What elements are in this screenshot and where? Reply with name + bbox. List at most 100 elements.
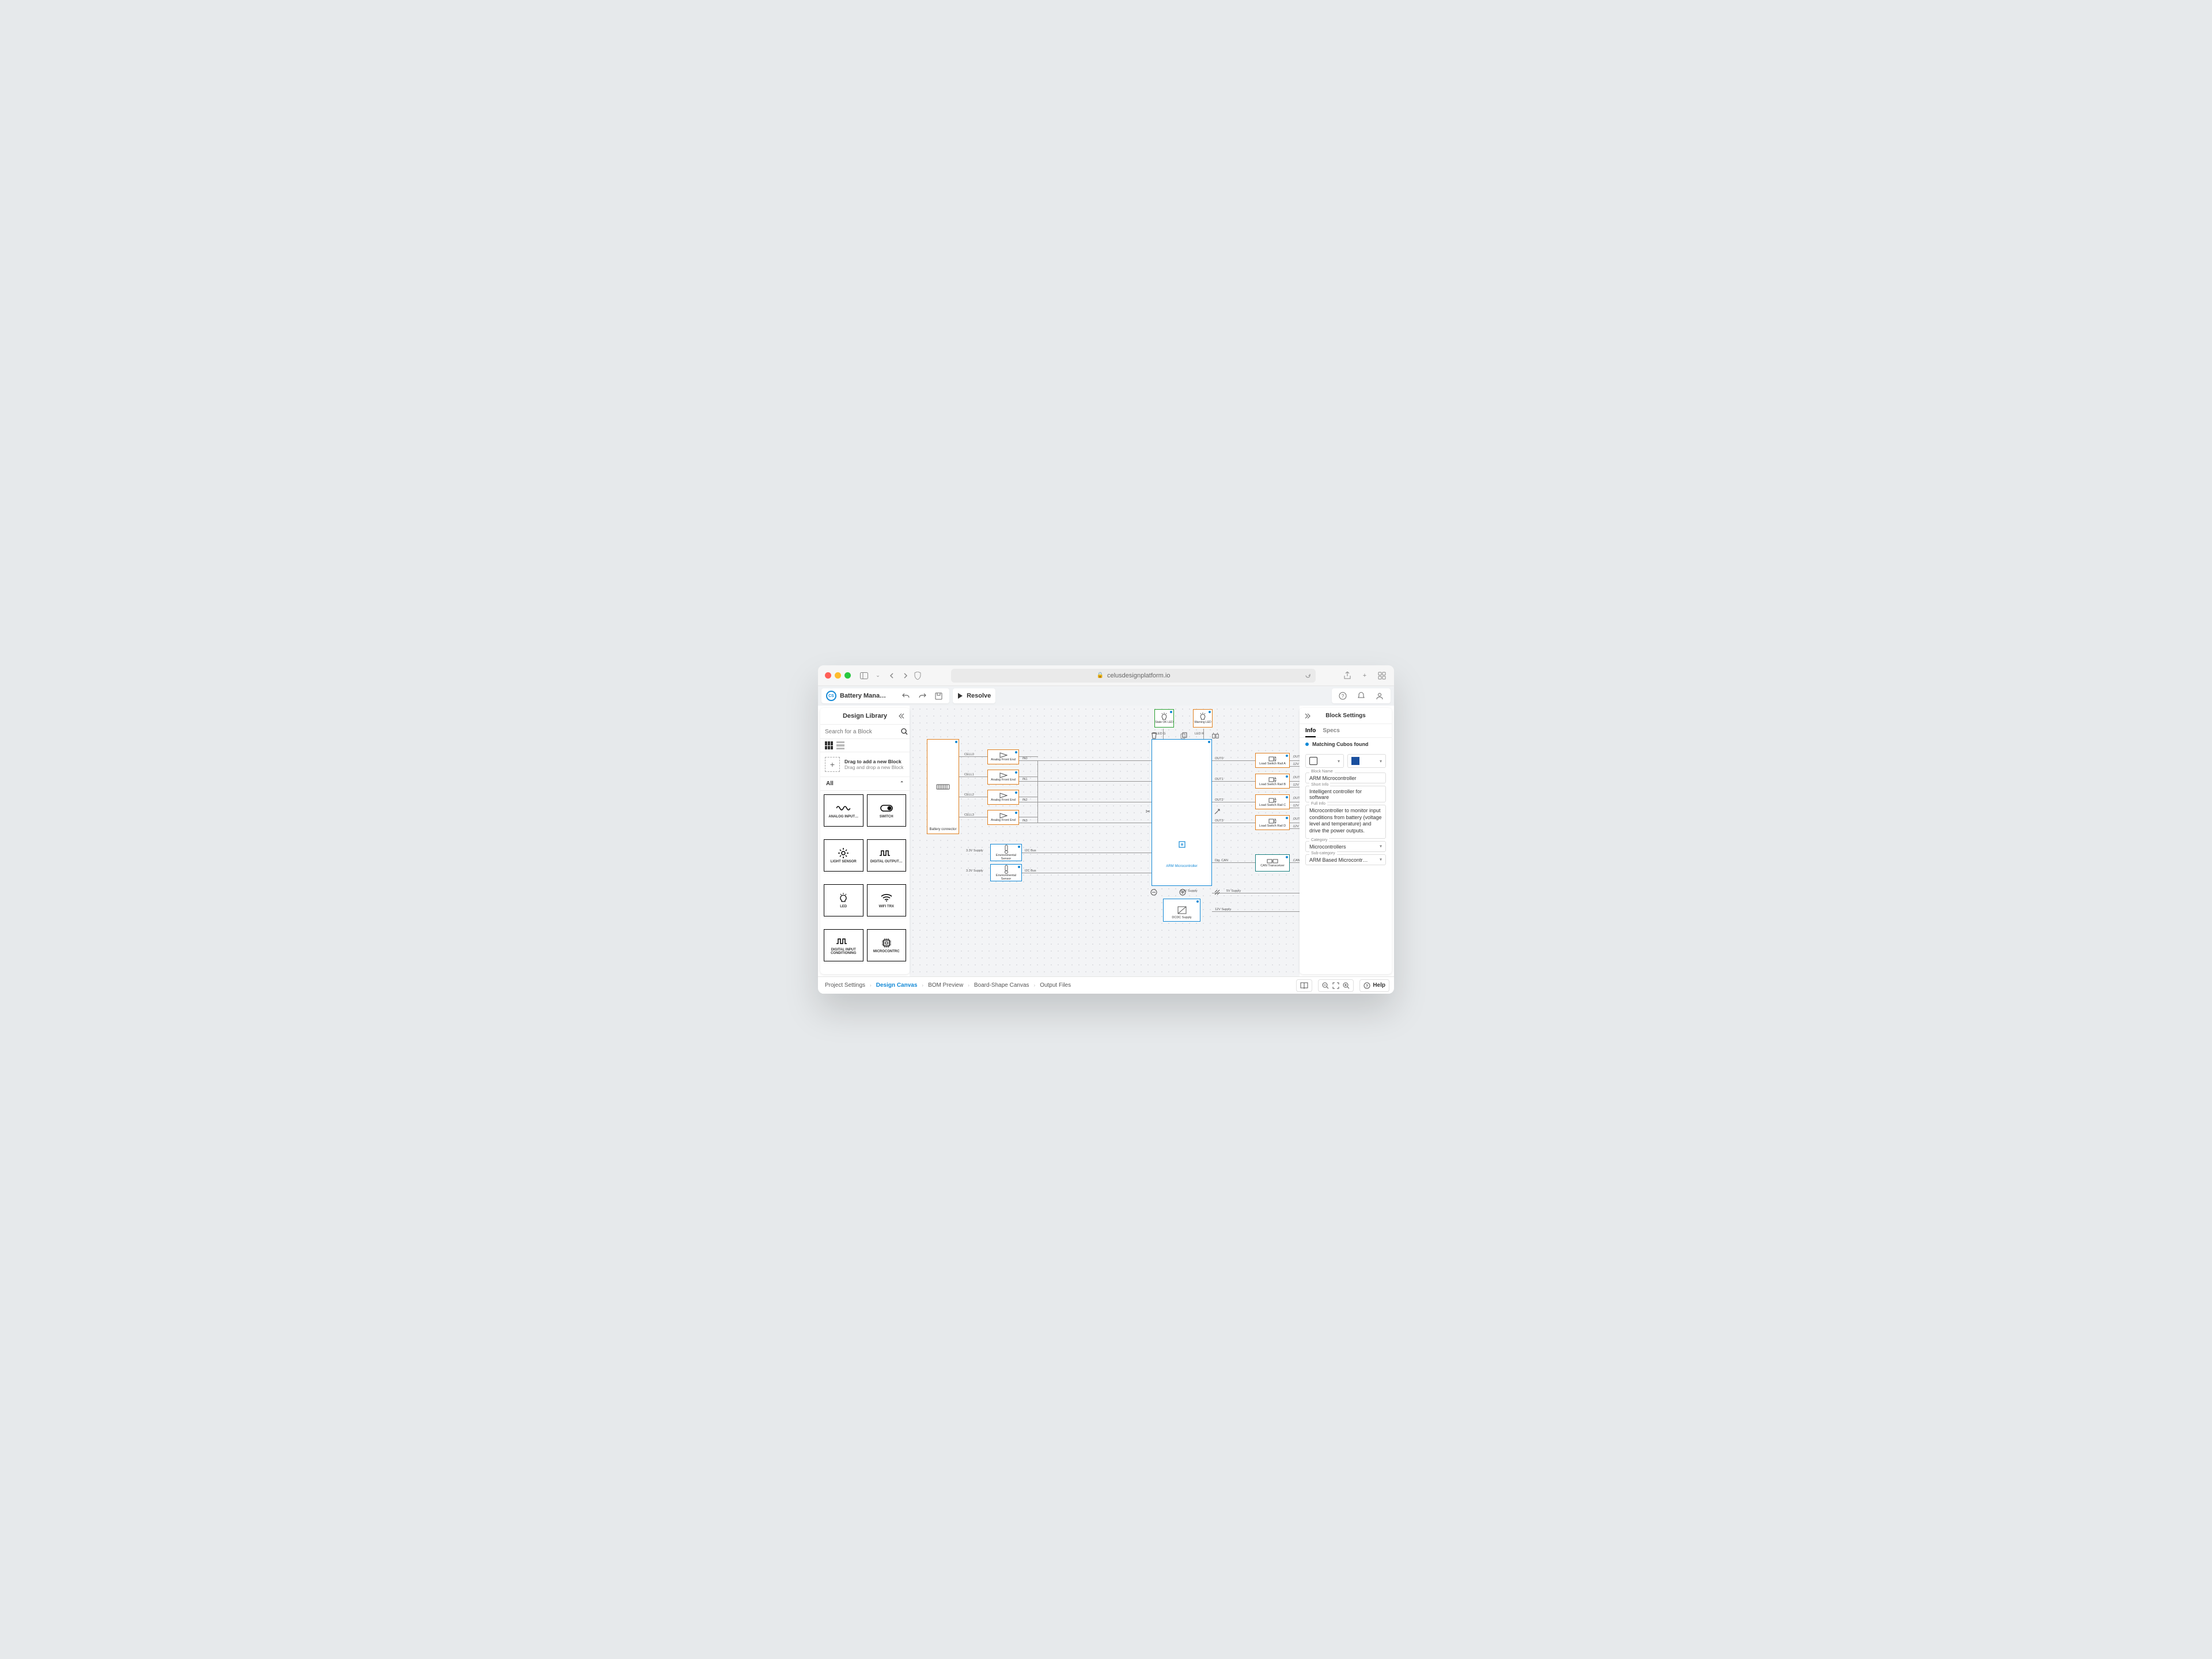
block-tile-digital-output[interactable]: DIGITAL OUTPUT…: [867, 839, 907, 872]
tab-info[interactable]: Info: [1305, 728, 1316, 737]
resolve-button[interactable]: Resolve: [953, 688, 995, 703]
node-analog-front-end-3[interactable]: Analog Front End: [987, 810, 1019, 825]
led-bulb-icon: [839, 892, 847, 904]
block-name-field[interactable]: Block Name ARM Microcontroller: [1305, 772, 1386, 783]
block-color-dropdown[interactable]: ▾: [1347, 754, 1386, 768]
new-tab-icon[interactable]: +: [1359, 671, 1370, 681]
browser-window: ⌄ 🔒 celusdesignplatform.io +: [818, 665, 1394, 994]
short-info-field[interactable]: Short Info Intelligent controller for so…: [1305, 786, 1386, 802]
maximize-window-icon[interactable]: [844, 672, 851, 679]
block-tile-wifi-trx[interactable]: WIFI TRX: [867, 884, 907, 916]
crumb-project-settings[interactable]: Project Settings: [823, 980, 868, 991]
library-search-input[interactable]: [825, 729, 901, 735]
crumb-output-files[interactable]: Output Files: [1037, 980, 1073, 991]
library-filter-all[interactable]: All ⌃: [820, 777, 910, 791]
crumb-design-canvas[interactable]: Design Canvas: [874, 980, 920, 991]
block-tile-light-sensor[interactable]: LIGHT SENSOR: [824, 839, 863, 872]
toolbar-right-actions: ?: [1332, 688, 1391, 703]
privacy-shield-icon[interactable]: [914, 672, 921, 680]
forward-icon[interactable]: [900, 671, 911, 681]
zoom-out-icon[interactable]: [1322, 982, 1329, 989]
chip-icon: [881, 937, 892, 949]
chevron-down-icon: ▾: [1380, 844, 1382, 849]
block-tile-microcontroller[interactable]: MICROCONTRC: [867, 929, 907, 961]
node-load-switch-c[interactable]: Load Switch Rail C: [1255, 794, 1290, 809]
notifications-icon[interactable]: [1355, 690, 1368, 702]
expand-icon[interactable]: [1214, 808, 1221, 815]
app-logo-icon: CS: [826, 691, 836, 701]
refresh-icon[interactable]: [1305, 672, 1311, 679]
node-battery-connector[interactable]: Battery connector: [927, 739, 959, 834]
tab-specs[interactable]: Specs: [1323, 728, 1339, 737]
node-warning-led[interactable]: Warning LED: [1193, 709, 1213, 728]
duplicate-icon[interactable]: [1180, 732, 1187, 739]
chevron-right-icon: ›: [968, 983, 969, 988]
back-icon[interactable]: [887, 671, 897, 681]
save-icon[interactable]: [932, 690, 945, 702]
crumb-board-shape[interactable]: Board-Shape Canvas: [972, 980, 1032, 991]
node-dcdc-supply[interactable]: DCDC Supply: [1163, 899, 1200, 922]
play-icon: [957, 693, 963, 699]
block-tile-led[interactable]: LED: [824, 884, 863, 916]
project-chip[interactable]: CS Battery Mana…: [821, 688, 949, 703]
collapse-settings-icon[interactable]: [1304, 713, 1311, 719]
color-swatch-icon: [1351, 757, 1359, 765]
node-arm-microcontroller[interactable]: ARM Microcontroller: [1152, 739, 1212, 886]
thermometer-icon: [1003, 844, 1009, 854]
grid-view-icon[interactable]: [825, 741, 833, 749]
minimize-window-icon[interactable]: [835, 672, 841, 679]
chevron-down-icon[interactable]: ⌄: [873, 671, 883, 681]
app-toolbar: CS Battery Mana… Resolve: [818, 686, 1394, 706]
sidebar-toggle-icon[interactable]: [859, 671, 869, 681]
block-tile-digital-input-cond[interactable]: DIGITAL INPUT CONDITIONING: [824, 929, 863, 961]
resize-handle-icon[interactable]: [1214, 889, 1221, 896]
zoom-in-icon[interactable]: [1343, 982, 1350, 989]
full-info-field[interactable]: Full Info Microcontroller to monitor inp…: [1305, 805, 1386, 839]
share-icon[interactable]: [1342, 671, 1353, 681]
group-icon[interactable]: [1212, 732, 1219, 739]
chevron-right-icon: ›: [922, 983, 923, 988]
node-analog-front-end-1[interactable]: Analog Front End: [987, 770, 1019, 785]
node-load-switch-d[interactable]: Load Switch Rail D: [1255, 815, 1290, 830]
window-controls[interactable]: [825, 672, 851, 679]
pulse-icon: [880, 847, 893, 859]
list-view-icon[interactable]: [836, 741, 844, 749]
node-load-switch-a[interactable]: Load Switch Rail A: [1255, 753, 1290, 768]
help-button[interactable]: ? Help: [1359, 979, 1389, 992]
remove-port-icon[interactable]: [1150, 889, 1157, 896]
help-icon[interactable]: ?: [1336, 690, 1349, 702]
node-can-transceiver[interactable]: CAN Transceiver: [1255, 854, 1290, 872]
subcategory-dropdown[interactable]: Sub-category ARM Based Microcontr… ▾: [1305, 854, 1386, 865]
user-icon[interactable]: [1373, 690, 1386, 702]
design-canvas[interactable]: ✂ Battery connector: [910, 706, 1300, 976]
sun-icon: [838, 847, 849, 859]
block-tile-analog-input[interactable]: ANALOG INPUT…: [824, 794, 863, 827]
tabs-grid-icon[interactable]: [1377, 671, 1387, 681]
block-icon-dropdown[interactable]: ▾: [1305, 754, 1344, 768]
node-load-switch-b[interactable]: Load Switch Rail B: [1255, 774, 1290, 789]
undo-icon[interactable]: [900, 690, 912, 702]
book-button[interactable]: [1296, 979, 1312, 992]
category-dropdown[interactable]: Category Microcontrollers ▾: [1305, 841, 1386, 852]
status-dot-icon: [1305, 743, 1309, 746]
node-state-ok-led[interactable]: State OK LED: [1154, 709, 1174, 728]
node-analog-front-end-2[interactable]: Analog Front End: [987, 790, 1019, 805]
chevron-right-icon: ›: [1034, 983, 1036, 988]
url-bar[interactable]: 🔒 celusdesignplatform.io: [951, 669, 1316, 683]
node-env-sensor-0[interactable]: Environmental Sensor: [990, 844, 1022, 861]
zoom-fit-icon[interactable]: [1332, 982, 1339, 989]
redo-icon[interactable]: [916, 690, 929, 702]
dcdc-icon: [1177, 906, 1187, 914]
cut-icon[interactable]: ✂: [1145, 808, 1152, 815]
node-analog-front-end-0[interactable]: Analog Front End: [987, 749, 1019, 764]
drag-new-block[interactable]: + Drag to add a new Block Drag and drop …: [820, 752, 910, 777]
crumb-bom-preview[interactable]: BOM Preview: [926, 980, 965, 991]
close-window-icon[interactable]: [825, 672, 831, 679]
browser-chrome: ⌄ 🔒 celusdesignplatform.io +: [818, 665, 1394, 686]
collapse-library-icon[interactable]: [898, 713, 905, 719]
node-env-sensor-1[interactable]: Environmental Sensor: [990, 864, 1022, 881]
search-icon[interactable]: [901, 728, 908, 735]
block-tile-switch[interactable]: SWITCH: [867, 794, 907, 827]
can-icon: [1267, 858, 1278, 864]
design-library-panel: Design Library +: [820, 708, 910, 974]
